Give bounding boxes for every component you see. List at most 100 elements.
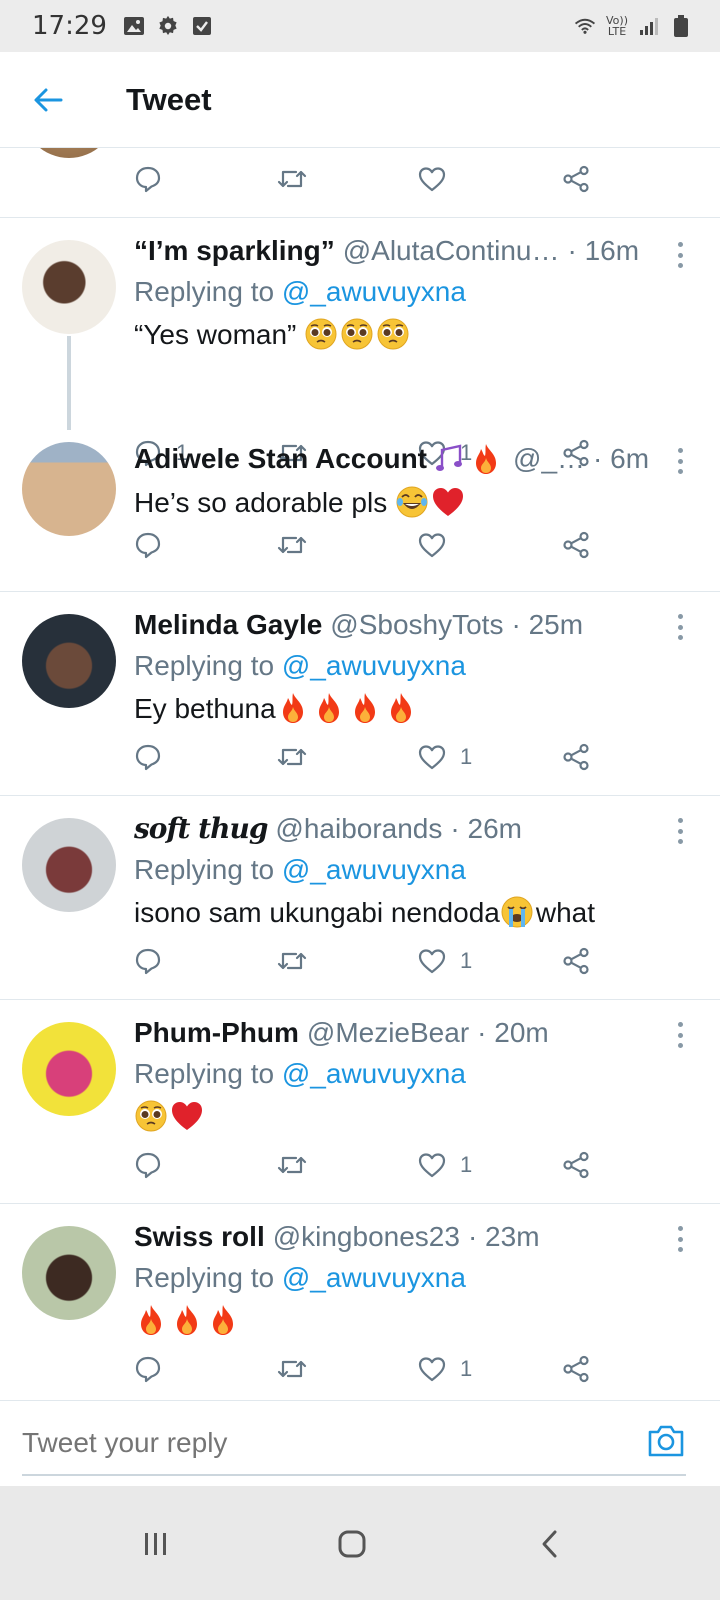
like-count: 1 (460, 1356, 473, 1381)
heart-outline-icon (418, 167, 446, 192)
mention-link[interactable]: @_awuvuyxna (282, 854, 466, 885)
reply-button[interactable] (134, 740, 162, 774)
volte-indicator: Vo)) LTE (606, 14, 628, 38)
tweet-text (134, 1303, 700, 1338)
checkbox-notification-icon (191, 15, 213, 37)
like-count: 1 (460, 1152, 473, 1177)
share-button[interactable] (562, 944, 590, 978)
tweet-actions: 1 (134, 1352, 614, 1386)
reply-input[interactable] (22, 1427, 582, 1459)
like-button[interactable]: 1 (418, 740, 472, 774)
tweet-timestamp: · 16m (567, 235, 640, 266)
author-handle[interactable]: @AlutaContinu… (343, 234, 560, 268)
wifi-icon (574, 15, 596, 37)
avatar[interactable] (22, 240, 116, 334)
tweet-text: He’s so adorable pls (134, 485, 700, 520)
retweet-icon (277, 536, 307, 554)
tweet-item[interactable]: Swiss roll @kingbones23 · 23m Replying to @… (0, 1204, 720, 1408)
tweet-item[interactable]: Adiwele Stan Account @_… · 6m He’s so ad… (0, 430, 720, 592)
battery-icon (670, 15, 692, 37)
tweet-text: “Yes woman” (134, 317, 700, 352)
author-handle[interactable]: @kingbones23 (273, 1220, 460, 1254)
reply-bubble-icon (135, 532, 161, 559)
share-button[interactable] (562, 162, 590, 196)
tweet-timestamp: · 25m (511, 609, 584, 640)
tweet-actions: 1 (134, 740, 614, 774)
tweet-item[interactable]: Melinda Gayle @SboshyTots · 25m Replying to… (0, 592, 720, 796)
author-name[interactable]: Phum-Phum (134, 1016, 299, 1050)
retweet-button[interactable] (276, 944, 308, 978)
heart-outline-icon (418, 745, 446, 770)
reply-bubble-icon (135, 166, 161, 193)
camera-icon (648, 1425, 684, 1457)
reply-button[interactable] (134, 162, 162, 196)
avatar[interactable] (22, 818, 116, 912)
avatar[interactable] (22, 148, 116, 158)
avatar[interactable] (22, 442, 116, 536)
recent-apps-icon (145, 1533, 166, 1555)
retweet-button[interactable] (276, 1352, 308, 1386)
tweet-actions (134, 528, 614, 562)
like-button[interactable]: 1 (418, 1148, 472, 1182)
reply-button[interactable] (134, 944, 162, 978)
tweet-item[interactable]: Phum-Phum @MezieBear · 20m Replying to @_aw… (0, 1000, 720, 1204)
camera-button[interactable] (646, 1423, 686, 1463)
avatar[interactable] (22, 1226, 116, 1320)
tweet-text (134, 1099, 700, 1134)
tweet-item[interactable]: soft thug @haiborands · 26m Replying to @_a… (0, 796, 720, 1000)
retweet-icon (277, 170, 307, 188)
share-button[interactable] (562, 1148, 590, 1182)
tweet-list: Melinda Gayle @SboshyTots · 25m Replying to… (0, 592, 720, 1408)
like-button[interactable]: 1 (418, 1352, 472, 1386)
replying-to: Replying to @_awuvuyxna (134, 650, 466, 681)
mention-link[interactable]: @_awuvuyxna (282, 276, 466, 307)
partial-tweet[interactable] (0, 148, 720, 218)
retweet-button[interactable] (276, 1148, 308, 1182)
reply-feed[interactable]: “I’m sparkling” @AlutaContinu… · 16m Rep… (0, 148, 720, 1428)
system-back-button[interactable] (528, 1522, 572, 1566)
back-button[interactable] (30, 82, 66, 118)
author-name[interactable]: soft thug (134, 812, 268, 846)
replying-to: Replying to @_awuvuyxna (134, 1058, 466, 1089)
mention-link[interactable]: @_awuvuyxna (282, 1058, 466, 1089)
retweet-button[interactable] (276, 162, 308, 196)
replying-to: Replying to @_awuvuyxna (134, 276, 466, 307)
signal-strength-icon (638, 15, 660, 37)
tweet-timestamp: · 6m (593, 443, 650, 474)
pleading-face-emoji (377, 318, 409, 350)
author-name[interactable]: Adiwele Stan Account (134, 442, 427, 477)
like-button[interactable]: 1 (418, 944, 472, 978)
author-name[interactable]: Swiss roll (134, 1220, 265, 1254)
fire-emoji (354, 693, 375, 723)
tweet-actions (134, 162, 614, 196)
retweet-button[interactable] (276, 740, 308, 774)
share-button[interactable] (562, 740, 590, 774)
reply-button[interactable] (134, 1148, 162, 1182)
fire-emoji (390, 693, 411, 723)
author-handle[interactable]: @_… (513, 442, 585, 477)
avatar[interactable] (22, 614, 116, 708)
tweet-item[interactable]: “I’m sparkling” @AlutaContinu… · 16m Rep… (0, 218, 720, 467)
like-button[interactable] (418, 528, 446, 562)
recent-apps-button[interactable] (134, 1522, 178, 1566)
author-handle[interactable]: @MezieBear (307, 1016, 469, 1050)
reply-bubble-icon (135, 744, 161, 771)
mention-link[interactable]: @_awuvuyxna (282, 650, 466, 681)
share-button[interactable] (562, 528, 590, 562)
reply-button[interactable] (134, 528, 162, 562)
share-button[interactable] (562, 1352, 590, 1386)
avatar[interactable] (22, 1022, 116, 1116)
like-button[interactable] (418, 162, 446, 196)
share-icon (563, 1355, 589, 1383)
author-name[interactable]: Melinda Gayle (134, 608, 322, 642)
retweet-button[interactable] (276, 528, 308, 562)
status-bar: 17:29 Vo)) LTE (0, 0, 720, 52)
author-handle[interactable]: @haiborands (275, 812, 442, 846)
author-name[interactable]: “I’m sparkling” (134, 234, 335, 268)
replying-to: Replying to @_awuvuyxna (134, 854, 466, 885)
reply-button[interactable] (134, 1352, 162, 1386)
author-handle[interactable]: @SboshyTots (330, 608, 503, 642)
tweet-actions: 1 (134, 1148, 614, 1182)
home-button[interactable] (330, 1522, 374, 1566)
mention-link[interactable]: @_awuvuyxna (282, 1262, 466, 1293)
